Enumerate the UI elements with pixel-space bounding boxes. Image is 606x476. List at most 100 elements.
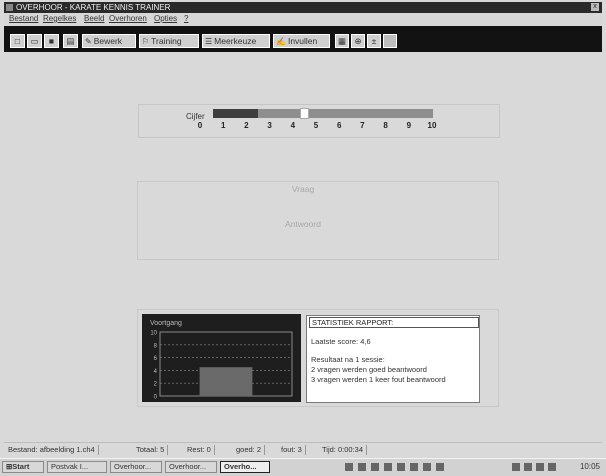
task-label: Overhoor...	[114, 462, 152, 471]
score-fill	[213, 109, 258, 118]
bewerk-label: Bewerk	[93, 36, 123, 46]
invullen-button[interactable]: ✍ Invullen	[273, 34, 330, 48]
quick-launch-icon[interactable]	[384, 463, 392, 471]
menu-opties[interactable]: Opties	[154, 14, 177, 24]
chart-y-tick-label: 0	[154, 395, 158, 401]
report-line: 2 vragen werden goed beantwoord	[311, 365, 427, 374]
progress-chart: Voortgang 10 8 6 4 2 0	[142, 314, 301, 402]
menu-regelkes[interactable]: Regelkes	[43, 14, 76, 24]
score-tick-label: 4	[290, 121, 296, 130]
score-tick-label: 7	[360, 121, 365, 130]
chart-canvas: 10 8 6 4 2 0	[150, 331, 293, 401]
app-icon	[6, 4, 13, 11]
score-tick-label: 6	[336, 121, 342, 130]
fill-in-icon: ✍	[276, 37, 286, 46]
score-tick-label: 5	[313, 121, 319, 130]
report-line: Resultaat na 1 sessie:	[311, 355, 385, 364]
task-button-active[interactable]: Overho...	[220, 461, 270, 473]
chart-area-segment	[199, 367, 253, 396]
menu-overhoren[interactable]: Overhoren	[109, 14, 147, 24]
quick-launch-icon[interactable]	[358, 463, 366, 471]
options-button[interactable]: ⊕	[351, 34, 365, 48]
grid-button[interactable]: ▦	[335, 34, 349, 48]
quick-launch-icon[interactable]	[423, 463, 431, 471]
training-icon: ⚐	[142, 37, 150, 46]
menu-bar: Bestand Regelkes Beeld Overhoren Opties …	[4, 13, 602, 25]
answer-text: Antwoord	[285, 219, 321, 229]
taskbar: ⊞Start Postvak I... Overhoor... Overhoor…	[0, 458, 606, 476]
task-button[interactable]: Overhoor...	[165, 461, 217, 473]
tray-icon[interactable]	[548, 463, 556, 471]
quick-launch-icon[interactable]	[397, 463, 405, 471]
menu-beeld[interactable]: Beeld	[84, 14, 104, 24]
open-file-button[interactable]: ▭	[27, 34, 42, 48]
new-file-icon: □	[14, 36, 21, 46]
task-label: Postvak I...	[51, 462, 89, 471]
task-button[interactable]: Overhoor...	[110, 461, 162, 473]
tray-icon[interactable]	[512, 463, 520, 471]
multiple-choice-icon: ☰	[205, 37, 213, 46]
start-label: Start	[12, 462, 30, 471]
status-file: Bestand: afbeelding 1.ch4	[8, 445, 99, 455]
statistics-report: STATISTIEK RAPPORT: Laatste score: 4,6 R…	[306, 315, 480, 403]
score-tick-label: 9	[406, 121, 412, 130]
close-button[interactable]: x	[591, 3, 599, 11]
status-total: Totaal: 5	[136, 445, 169, 455]
menu-bestand[interactable]: Bestand	[9, 14, 38, 24]
toolbar: □ ▭ ■ ▤ ✎ Bewerk ⚐ Training ☰ Meerkeuze ✍ In…	[4, 26, 602, 52]
task-label: Overhoor...	[169, 462, 207, 471]
meerkeuze-label: Meerkeuze	[214, 36, 257, 46]
training-button[interactable]: ⚐ Training	[139, 34, 199, 48]
task-button[interactable]: Postvak I...	[47, 461, 107, 473]
score-tick-label: 3	[267, 121, 272, 130]
status-rest: Rest: 0	[187, 445, 215, 455]
quick-launch-icon[interactable]	[436, 463, 444, 471]
chart-y-tick-label: 10	[150, 331, 157, 337]
start-button[interactable]: ⊞Start	[2, 461, 44, 473]
menu-help[interactable]: ?	[184, 14, 188, 24]
tray-icon[interactable]	[524, 463, 532, 471]
score-tick-label: 10	[427, 121, 437, 130]
window-title: OVERHOOR - KARATE KENNIS TRAINER	[16, 3, 171, 12]
score-tick-label: 1	[220, 121, 226, 130]
plus-minus-button[interactable]: ±	[367, 34, 381, 48]
chart-y-tick-label: 8	[154, 343, 158, 349]
status-wrong: fout: 3	[281, 445, 306, 455]
new-file-button[interactable]: □	[10, 34, 25, 48]
bewerk-button[interactable]: ✎ Bewerk	[82, 34, 136, 48]
grid-icon: ▦	[337, 36, 347, 46]
status-time: Tijd: 0:00:34	[322, 445, 367, 455]
meerkeuze-button[interactable]: ☰ Meerkeuze	[202, 34, 270, 48]
settings-icon: ⊕	[354, 36, 362, 46]
score-label: Cijfer	[186, 112, 205, 121]
score-tick-label: 2	[244, 121, 249, 130]
tray-icon[interactable]	[536, 463, 544, 471]
disabled-button[interactable]	[383, 34, 397, 48]
question-text: Vraag	[291, 184, 315, 194]
clock: 10:05	[579, 462, 600, 471]
status-bar: Bestand: afbeelding 1.ch4 Totaal: 5 Rest…	[4, 442, 602, 457]
status-correct: goed: 2	[236, 445, 266, 455]
task-label: Overho...	[224, 462, 257, 471]
chart-y-tick-label: 2	[154, 382, 158, 388]
open-folder-icon: ▭	[30, 36, 39, 46]
save-button[interactable]: ■	[44, 34, 59, 48]
title-bar: OVERHOOR - KARATE KENNIS TRAINER x	[4, 2, 602, 13]
training-label: Training	[151, 36, 182, 46]
chart-y-tick-label: 6	[154, 356, 158, 362]
edit-icon: ✎	[85, 37, 92, 46]
invullen-label: Invullen	[287, 36, 318, 46]
quick-launch-icon[interactable]	[371, 463, 379, 471]
print-icon: ▤	[66, 36, 75, 46]
report-line: Laatste score: 4,6	[311, 337, 371, 346]
print-button[interactable]: ▤	[63, 34, 78, 48]
quick-launch-icon[interactable]	[345, 463, 353, 471]
plus-minus-icon: ±	[371, 36, 377, 46]
save-icon: ■	[48, 36, 55, 46]
chart-y-tick-label: 4	[154, 369, 158, 375]
score-marker	[300, 108, 310, 119]
quick-launch-icon[interactable]	[410, 463, 418, 471]
score-tick-label: 0	[197, 121, 203, 130]
score-tick-label: 8	[383, 121, 388, 130]
report-title: STATISTIEK RAPPORT:	[309, 317, 479, 328]
